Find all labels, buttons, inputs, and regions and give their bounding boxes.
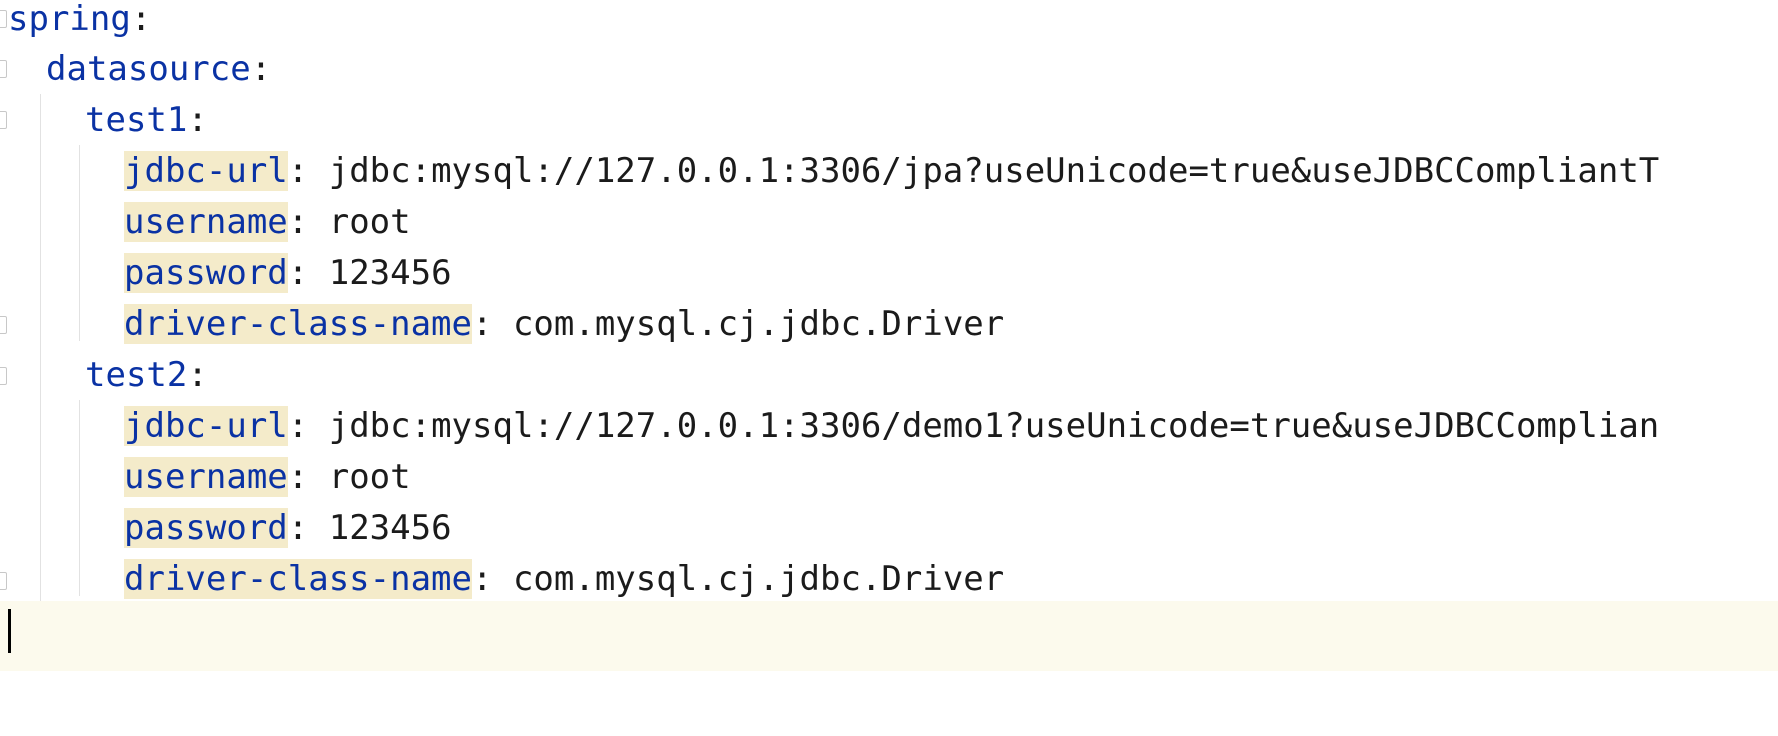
yaml-colon: : bbox=[187, 355, 208, 395]
yaml-colon: : bbox=[250, 49, 272, 89]
yaml-colon: : bbox=[287, 457, 309, 497]
code-line[interactable]: jdbc-url: jdbc:mysql://127.0.0.1:3306/jp… bbox=[0, 142, 1778, 200]
fold-marker-icon[interactable] bbox=[0, 367, 7, 385]
code-line[interactable]: test2: bbox=[0, 346, 1778, 404]
yaml-value: 123456 bbox=[308, 508, 452, 548]
yaml-code-editor[interactable]: spring: datasource: test1: jdbc-url: jdb… bbox=[0, 0, 1778, 736]
fold-marker-icon[interactable] bbox=[0, 10, 7, 28]
code-line[interactable]: driver-class-name: com.mysql.cj.jdbc.Dri… bbox=[0, 295, 1778, 353]
code-line[interactable]: username: root bbox=[0, 448, 1778, 506]
yaml-value: jdbc:mysql://127.0.0.1:3306/demo1?useUni… bbox=[308, 406, 1660, 446]
yaml-colon: : bbox=[287, 202, 309, 242]
yaml-value: com.mysql.cj.jdbc.Driver bbox=[492, 559, 1005, 599]
yaml-value: root bbox=[308, 457, 411, 497]
yaml-colon: : bbox=[472, 304, 493, 344]
yaml-key: spring bbox=[8, 0, 131, 39]
yaml-key: jdbc-url bbox=[124, 406, 288, 446]
yaml-value: 123456 bbox=[308, 253, 452, 293]
yaml-key: driver-class-name bbox=[124, 559, 472, 599]
yaml-key: datasource bbox=[46, 49, 251, 89]
yaml-key: driver-class-name bbox=[124, 304, 472, 344]
current-code-line[interactable] bbox=[0, 601, 1778, 671]
yaml-colon: : bbox=[472, 559, 493, 599]
yaml-key: test1 bbox=[85, 100, 188, 140]
code-line[interactable]: jdbc-url: jdbc:mysql://127.0.0.1:3306/de… bbox=[0, 397, 1778, 455]
yaml-key: password bbox=[124, 253, 288, 293]
fold-marker-icon[interactable] bbox=[0, 60, 7, 78]
yaml-key: password bbox=[124, 508, 288, 548]
yaml-value: com.mysql.cj.jdbc.Driver bbox=[492, 304, 1005, 344]
yaml-key: username bbox=[124, 202, 288, 242]
yaml-key: test2 bbox=[85, 355, 188, 395]
yaml-colon: : bbox=[130, 0, 152, 39]
yaml-colon: : bbox=[187, 100, 208, 140]
code-line[interactable]: driver-class-name: com.mysql.cj.jdbc.Dri… bbox=[0, 550, 1778, 608]
code-line[interactable]: test1: bbox=[0, 91, 1778, 149]
code-line[interactable]: password: 123456 bbox=[0, 499, 1778, 557]
yaml-key: jdbc-url bbox=[124, 151, 288, 191]
yaml-colon: : bbox=[287, 253, 309, 293]
yaml-colon: : bbox=[287, 151, 309, 191]
code-line[interactable]: username: root bbox=[0, 193, 1778, 251]
code-line[interactable]: datasource: bbox=[0, 40, 1778, 98]
code-line[interactable]: password: 123456 bbox=[0, 244, 1778, 302]
yaml-colon: : bbox=[287, 508, 309, 548]
fold-marker-icon[interactable] bbox=[0, 572, 7, 590]
fold-marker-icon[interactable] bbox=[0, 316, 7, 334]
yaml-value: root bbox=[308, 202, 411, 242]
fold-marker-icon[interactable] bbox=[0, 111, 7, 129]
yaml-key: username bbox=[124, 457, 288, 497]
yaml-value: jdbc:mysql://127.0.0.1:3306/jpa?useUnico… bbox=[308, 151, 1660, 191]
yaml-colon: : bbox=[287, 406, 309, 446]
text-caret bbox=[8, 609, 11, 653]
